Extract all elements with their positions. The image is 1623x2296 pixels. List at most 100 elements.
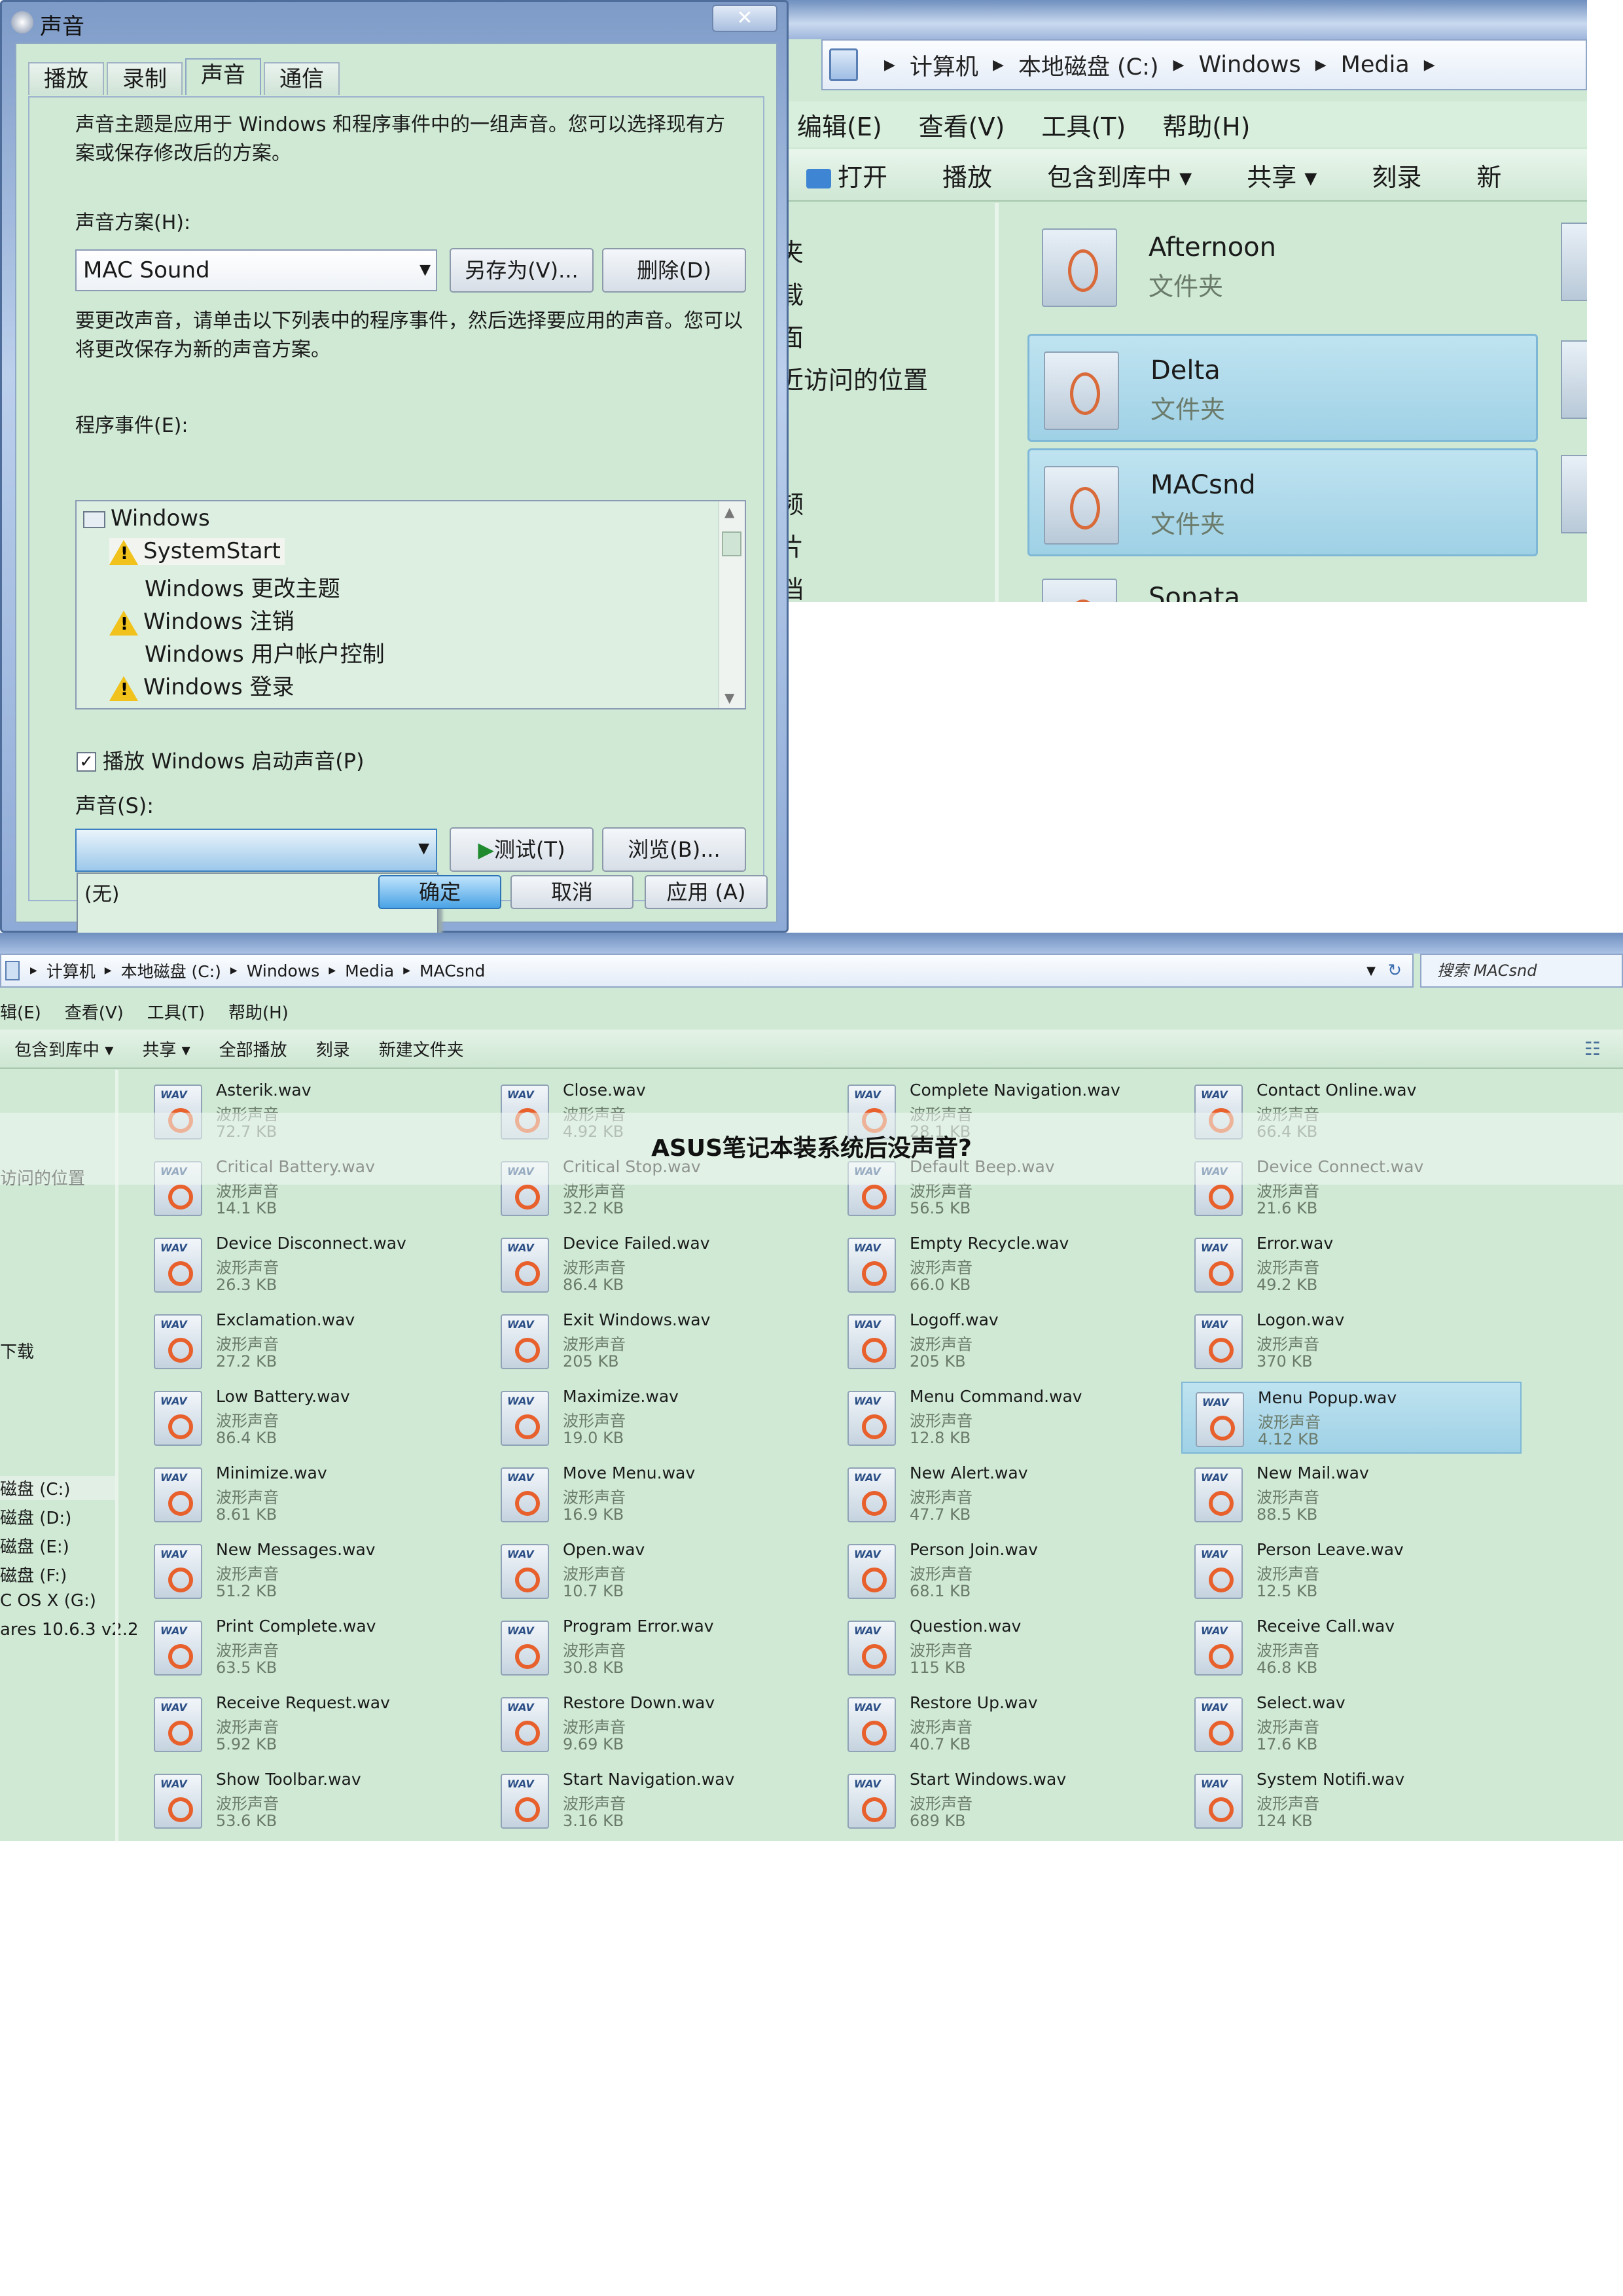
- breadcrumb-drive-c[interactable]: 本地磁盘 (C:): [1018, 48, 1159, 82]
- breadcrumb-drive-c[interactable]: 本地磁盘 (C:): [121, 959, 221, 982]
- share-button[interactable]: 共享 ▾: [142, 1037, 190, 1061]
- file-item[interactable]: Start Navigation.wav 波形声音3.16 KB: [488, 1765, 828, 1837]
- scroll-up-icon[interactable]: ▲: [724, 504, 734, 520]
- save-as-button[interactable]: 另存为(V)...: [450, 248, 594, 293]
- play-button[interactable]: 播放: [942, 157, 992, 193]
- nav-item-drive-d[interactable]: 磁盘 (D:): [0, 1505, 71, 1529]
- tab-sounds[interactable]: 声音: [185, 58, 261, 95]
- file-item[interactable]: Select.wav 波形声音17.6 KB: [1181, 1688, 1522, 1760]
- breadcrumb-computer[interactable]: 计算机: [46, 959, 96, 982]
- file-item[interactable]: Move Menu.wav 波形声音16.9 KB: [488, 1458, 828, 1530]
- cancel-button[interactable]: 取消: [510, 875, 633, 909]
- file-item[interactable]: Error.wav 波形声音49.2 KB: [1181, 1229, 1522, 1300]
- menu-view[interactable]: 查看(V): [919, 107, 1005, 143]
- file-item[interactable]: New Alert.wav 波形声音47.7 KB: [834, 1458, 1175, 1530]
- list-item[interactable]: Windows 注销: [109, 603, 294, 636]
- include-in-library-button[interactable]: 包含到库中 ▾: [1047, 157, 1192, 193]
- folder-item[interactable]: Delta 文件夹: [1027, 334, 1538, 442]
- breadcrumb-media[interactable]: Media: [1341, 52, 1410, 78]
- file-item[interactable]: Exit Windows.wav 波形声音205 KB: [488, 1305, 828, 1377]
- breadcrumb-computer[interactable]: 计算机: [910, 48, 978, 82]
- browse-button[interactable]: 浏览(B)...: [602, 827, 746, 872]
- file-item[interactable]: Restore Up.wav 波形声音40.7 KB: [834, 1688, 1175, 1760]
- file-item[interactable]: New Messages.wav 波形声音51.2 KB: [141, 1535, 481, 1607]
- macsnd-address-bar[interactable]: ▶ 计算机 ▶ 本地磁盘 (C:) ▶ Windows ▶ Media ▶ MA…: [0, 954, 1414, 988]
- program-events-list[interactable]: Windows SystemStart Windows 更改主题 Windows…: [75, 500, 746, 709]
- sound-option-none[interactable]: (无): [84, 883, 119, 906]
- new-folder-button[interactable]: 新建文件夹: [379, 1037, 464, 1061]
- pane-divider[interactable]: [995, 203, 999, 602]
- share-button[interactable]: 共享 ▾: [1247, 157, 1317, 193]
- new-button[interactable]: 新: [1476, 157, 1501, 193]
- file-item[interactable]: Empty Recycle.wav 波形声音66.0 KB: [834, 1229, 1175, 1300]
- refresh-icon[interactable]: ↻: [1387, 961, 1402, 980]
- breadcrumb-macsnd[interactable]: MACsnd: [419, 961, 485, 980]
- scroll-thumb[interactable]: [722, 531, 741, 556]
- nav-item-downloads[interactable]: 下载: [0, 1338, 34, 1363]
- tab-communications[interactable]: 通信: [264, 62, 340, 95]
- tab-recording[interactable]: 录制: [107, 62, 183, 95]
- menu-view[interactable]: 查看(V): [65, 999, 124, 1024]
- file-item[interactable]: Receive Call.wav 波形声音46.8 KB: [1181, 1611, 1522, 1683]
- file-item[interactable]: Receive Request.wav 波形声音5.92 KB: [141, 1688, 481, 1760]
- pane-divider[interactable]: [115, 1070, 118, 1841]
- nav-item-drive-g[interactable]: C OS X (G:): [0, 1591, 96, 1611]
- sound-select[interactable]: ▼: [75, 829, 437, 872]
- events-scrollbar[interactable]: ▲ ▼: [719, 501, 745, 708]
- include-in-library-button[interactable]: 包含到库中 ▾: [14, 1037, 113, 1061]
- file-item[interactable]: Menu Command.wav 波形声音12.8 KB: [834, 1382, 1175, 1454]
- search-input[interactable]: 搜索 MACsnd: [1420, 954, 1623, 988]
- menu-help[interactable]: 帮助(H): [228, 999, 289, 1024]
- play-all-button[interactable]: 全部播放: [219, 1037, 287, 1061]
- file-item[interactable]: Exclamation.wav 波形声音27.2 KB: [141, 1305, 481, 1377]
- close-button[interactable]: ✕: [712, 5, 777, 32]
- list-item[interactable]: Windows 登录: [109, 669, 294, 701]
- file-item[interactable]: Print Complete.wav 波形声音63.5 KB: [141, 1611, 481, 1683]
- file-item[interactable]: Restore Down.wav 波形声音9.69 KB: [488, 1688, 828, 1760]
- list-item[interactable]: Windows 更改主题: [145, 571, 340, 603]
- folder-item[interactable]: Sonata: [1027, 563, 1538, 602]
- file-item[interactable]: Minimize.wav 波形声音8.61 KB: [141, 1458, 481, 1530]
- apply-button[interactable]: 应用 (A): [645, 875, 768, 909]
- menu-tools[interactable]: 工具(T): [147, 999, 205, 1024]
- nav-item-drive-e[interactable]: 磁盘 (E:): [0, 1534, 69, 1558]
- play-startup-sound-checkbox[interactable]: ✓: [77, 752, 96, 772]
- media-address-bar[interactable]: ▶ 计算机 ▶ 本地磁盘 (C:) ▶ Windows ▶ Media ▶: [821, 39, 1587, 90]
- sound-scheme-select[interactable]: MAC Sound ▼: [75, 249, 437, 291]
- breadcrumb-windows[interactable]: Windows: [1198, 52, 1300, 78]
- folder-item[interactable]: MACsnd 文件夹: [1027, 448, 1538, 556]
- test-button[interactable]: ▶测试(T): [450, 827, 594, 872]
- file-item[interactable]: System Notifi.wav 波形声音124 KB: [1181, 1765, 1522, 1837]
- file-item[interactable]: New Mail.wav 波形声音88.5 KB: [1181, 1458, 1522, 1530]
- dropdown-arrow-icon[interactable]: ▼: [1366, 964, 1376, 978]
- folder-item[interactable]: Afternoon 文件夹: [1027, 213, 1538, 321]
- nav-item-drive-c[interactable]: 磁盘 (C:): [0, 1476, 115, 1500]
- nav-item-drive-f[interactable]: 磁盘 (F:): [0, 1562, 67, 1587]
- file-item[interactable]: Program Error.wav 波形声音30.8 KB: [488, 1611, 828, 1683]
- tab-playback[interactable]: 播放: [28, 62, 104, 95]
- scroll-down-icon[interactable]: ▼: [724, 690, 734, 706]
- file-item[interactable]: Question.wav 波形声音115 KB: [834, 1611, 1175, 1683]
- burn-button[interactable]: 刻录: [1372, 157, 1421, 193]
- breadcrumb-media[interactable]: Media: [345, 961, 394, 980]
- menu-tools[interactable]: 工具(T): [1041, 107, 1126, 143]
- file-item[interactable]: Person Join.wav 波形声音68.1 KB: [834, 1535, 1175, 1607]
- breadcrumb-windows[interactable]: Windows: [247, 961, 320, 980]
- file-item[interactable]: Person Leave.wav 波形声音12.5 KB: [1181, 1535, 1522, 1607]
- file-item[interactable]: Device Disconnect.wav 波形声音26.3 KB: [141, 1229, 481, 1300]
- list-item[interactable]: SystemStart: [109, 538, 285, 565]
- menu-edit[interactable]: 编辑(E): [797, 107, 882, 143]
- nav-item-recent[interactable]: 近访问的位置: [779, 360, 928, 396]
- view-options-icon[interactable]: ☷: [1584, 1038, 1601, 1060]
- open-button[interactable]: 打开: [806, 157, 887, 193]
- file-item[interactable]: Start Windows.wav 波形声音689 KB: [834, 1765, 1175, 1837]
- ok-button[interactable]: 确定: [378, 875, 501, 909]
- file-item[interactable]: Device Failed.wav 波形声音86.4 KB: [488, 1229, 828, 1300]
- menu-edit[interactable]: 辑(E): [0, 999, 41, 1024]
- list-item[interactable]: Windows 用户帐户控制: [145, 636, 385, 668]
- file-item[interactable]: Open.wav 波形声音10.7 KB: [488, 1535, 828, 1607]
- file-item[interactable]: Logoff.wav 波形声音205 KB: [834, 1305, 1175, 1377]
- file-item[interactable]: Show Toolbar.wav 波形声音53.6 KB: [141, 1765, 481, 1837]
- delete-button[interactable]: 删除(D): [602, 248, 746, 293]
- file-item[interactable]: Menu Popup.wav 波形声音4.12 KB: [1181, 1382, 1522, 1454]
